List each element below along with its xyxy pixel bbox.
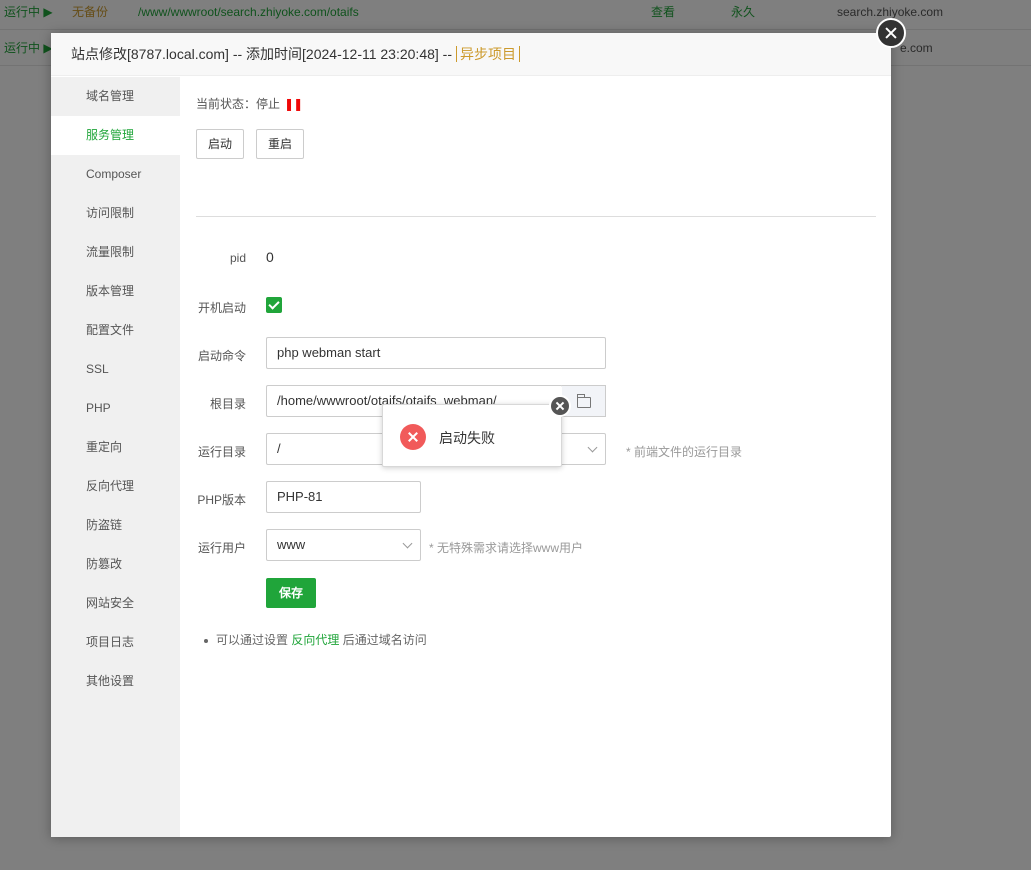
tip-suffix: 后通过域名访问 bbox=[342, 633, 427, 647]
sidebar-item-composer[interactable]: Composer bbox=[51, 155, 180, 194]
chevron-down-icon bbox=[402, 538, 413, 549]
tip-prefix: 可以通过设置 bbox=[216, 633, 289, 647]
divider bbox=[196, 216, 876, 217]
sidebar-item-other[interactable]: 其他设置 bbox=[51, 662, 180, 701]
sidebar-item-php[interactable]: PHP bbox=[51, 389, 180, 428]
run-dir-hint: * 前端文件的运行目录 bbox=[626, 445, 743, 459]
run-dir-value: / bbox=[277, 441, 281, 456]
sidebar-item-domain[interactable]: 域名管理 bbox=[51, 77, 180, 116]
php-version-select[interactable]: PHP-81 bbox=[266, 481, 421, 513]
close-icon[interactable] bbox=[876, 18, 906, 48]
run-user-label: 运行用户 bbox=[197, 541, 246, 555]
folder-icon bbox=[577, 394, 591, 408]
php-version-label: PHP版本 bbox=[197, 493, 246, 507]
sidebar-item-hotlink[interactable]: 防盗链 bbox=[51, 506, 180, 545]
start-button[interactable]: 启动 bbox=[196, 129, 245, 159]
command-input[interactable]: php webman start bbox=[266, 337, 606, 369]
error-toast: 启动失败 bbox=[382, 395, 571, 467]
status-value: 停止 bbox=[256, 97, 281, 111]
sidebar-item-tamper-proof[interactable]: 防篡改 bbox=[51, 545, 180, 584]
sidebar-item-security[interactable]: 网站安全 bbox=[51, 584, 180, 623]
service-status: 当前状态：停止 ❚❚ bbox=[196, 95, 303, 112]
toast-message: 启动失败 bbox=[439, 430, 495, 446]
status-label: 当前状态： bbox=[196, 97, 257, 111]
sidebar-item-config[interactable]: 配置文件 bbox=[51, 311, 180, 350]
autostart-label: 开机启动 bbox=[197, 301, 246, 315]
proxy-tip: 可以通过设置 反向代理 后通过域名访问 bbox=[204, 631, 427, 648]
close-icon[interactable] bbox=[549, 395, 571, 417]
modal-title: 站点修改[8787.local.com] -- 添加时间[2024-12-11 … bbox=[71, 46, 453, 62]
run-user-select[interactable]: www bbox=[266, 529, 421, 561]
sidebar-item-logs[interactable]: 项目日志 bbox=[51, 623, 180, 662]
sidebar-item-ssl[interactable]: SSL bbox=[51, 350, 180, 389]
pause-icon: ❚❚ bbox=[284, 97, 303, 111]
restart-button[interactable]: 重启 bbox=[256, 129, 305, 159]
settings-sidebar: 域名管理 服务管理 Composer 访问限制 流量限制 版本管理 配置文件 S… bbox=[51, 77, 180, 837]
pid-label: pid bbox=[229, 251, 246, 265]
run-user-value: www bbox=[277, 537, 306, 552]
sidebar-item-reverse-proxy[interactable]: 反向代理 bbox=[51, 467, 180, 506]
modal-title-bar: 站点修改[8787.local.com] -- 添加时间[2024-12-11 … bbox=[51, 33, 891, 76]
chevron-down-icon bbox=[587, 442, 598, 453]
error-icon bbox=[400, 424, 426, 450]
sidebar-item-traffic-limit[interactable]: 流量限制 bbox=[51, 233, 180, 272]
bullet-icon bbox=[204, 638, 208, 643]
sidebar-item-access-limit[interactable]: 访问限制 bbox=[51, 194, 180, 233]
sidebar-item-redirect[interactable]: 重定向 bbox=[51, 428, 180, 467]
sidebar-item-version[interactable]: 版本管理 bbox=[51, 272, 180, 311]
reverse-proxy-link[interactable]: 反向代理 bbox=[291, 633, 339, 647]
autostart-checkbox[interactable] bbox=[266, 297, 282, 313]
root-dir-label: 根目录 bbox=[209, 397, 246, 411]
run-dir-label: 运行目录 bbox=[197, 445, 246, 459]
run-user-hint: * 无特殊需求请选择www用户 bbox=[429, 541, 584, 555]
pid-value: 0 bbox=[266, 249, 274, 265]
sidebar-item-service[interactable]: 服务管理 bbox=[51, 116, 180, 155]
save-button[interactable]: 保存 bbox=[266, 578, 316, 608]
async-project-tag: 异步项目 bbox=[456, 46, 521, 62]
command-label: 启动命令 bbox=[197, 349, 246, 363]
